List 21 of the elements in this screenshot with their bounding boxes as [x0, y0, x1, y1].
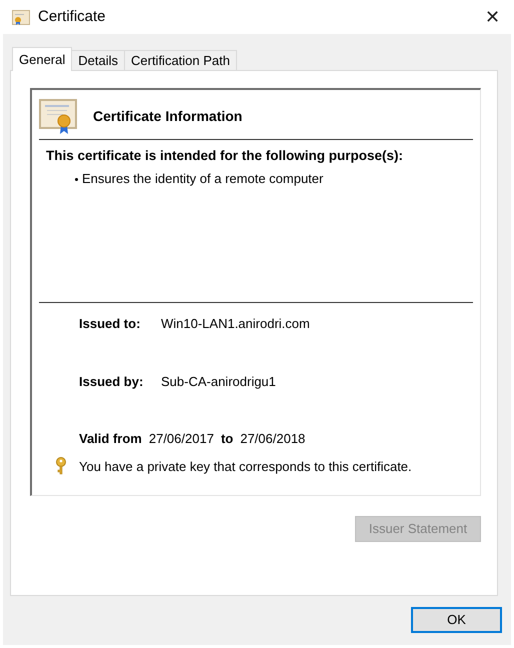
key-icon — [55, 457, 67, 476]
close-button[interactable]: ✕ — [485, 8, 500, 26]
field-value: Sub-CA-anirodrigu1 — [161, 372, 276, 391]
tab[interactable]: General — [12, 47, 72, 71]
bullet-icon — [75, 178, 78, 180]
section-heading: Certificate Information — [93, 107, 242, 126]
field-value: Win10-LAN1.anirodri.com — [161, 315, 310, 333]
field-label: Issued to: — [79, 315, 142, 333]
ok-button[interactable]: OK — [411, 607, 502, 633]
certificate-icon — [12, 10, 30, 24]
field-value: 27/06/2018 — [240, 430, 306, 448]
purpose-item: Ensures the identity of a remote computer — [82, 170, 324, 188]
certificate-icon — [39, 98, 79, 134]
field-label: Issued by: — [79, 372, 144, 391]
tab[interactable]: Certification Path — [124, 50, 237, 70]
field-label: Valid from — [79, 430, 142, 448]
window-title: Certificate — [38, 6, 106, 27]
field-value: 27/06/2017 — [148, 430, 214, 448]
field-label: to — [220, 430, 234, 448]
key-note: You have a private key that corresponds to this certificate. — [79, 458, 412, 476]
purpose-heading: This certificate is intended for the following purpose(s): — [46, 147, 404, 165]
